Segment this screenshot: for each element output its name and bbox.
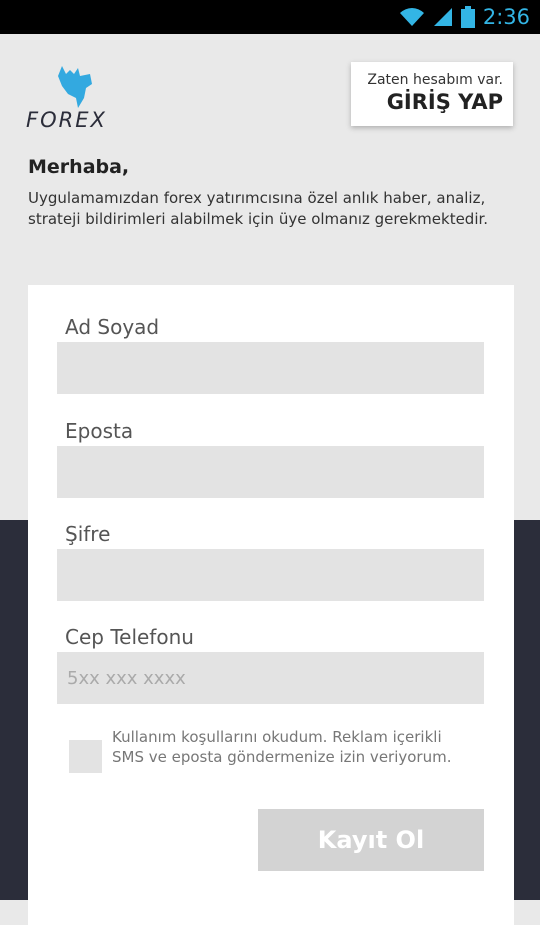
login-label: GİRİŞ YAP	[386, 90, 503, 114]
login-subtitle: Zaten hesabım var.	[367, 72, 503, 88]
status-bar: 2:36	[0, 0, 540, 34]
name-input[interactable]	[57, 342, 484, 394]
wifi-icon	[399, 8, 424, 26]
email-label: Eposta	[65, 419, 134, 443]
phone-input[interactable]	[57, 652, 484, 704]
status-icons: 2:36	[399, 0, 530, 34]
login-button[interactable]: Zaten hesabım var. GİRİŞ YAP	[351, 62, 513, 126]
phone-label: Cep Telefonu	[65, 625, 194, 649]
forex-logo: FOREX	[26, 64, 126, 132]
greeting-title: Merhaba,	[28, 156, 130, 178]
email-input[interactable]	[57, 446, 484, 498]
password-input[interactable]	[57, 549, 484, 601]
greeting-body: Uygulamamızdan forex yatırımcısına özel …	[28, 189, 489, 228]
password-label: Şifre	[65, 522, 111, 546]
logo-text: FOREX	[26, 108, 107, 132]
status-time: 2:36	[482, 5, 530, 29]
terms-text: Kullanım koşullarını okudum. Reklam içer…	[112, 728, 452, 766]
battery-icon	[460, 6, 475, 28]
register-button[interactable]: Kayıt Ol	[258, 809, 484, 871]
signal-icon	[433, 8, 452, 26]
bull-icon	[58, 66, 92, 108]
name-label: Ad Soyad	[65, 315, 160, 339]
registration-form: Ad Soyad Eposta Şifre Cep Telefonu Kulla…	[28, 285, 514, 925]
terms-checkbox[interactable]	[69, 740, 102, 773]
